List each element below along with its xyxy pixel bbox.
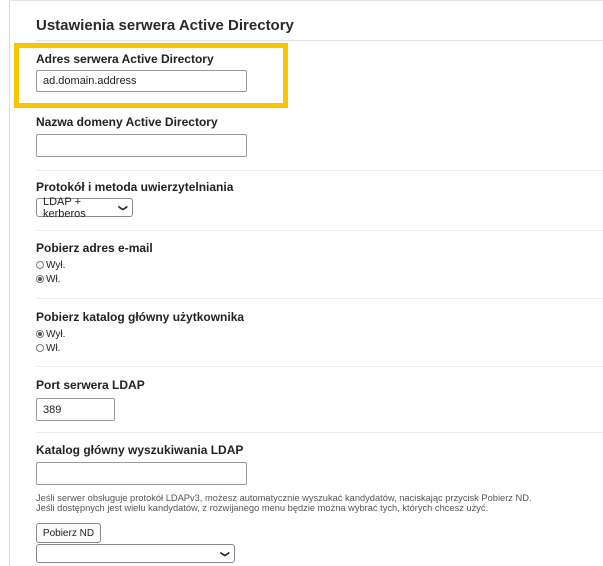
section-divider [36,230,603,231]
radio-button[interactable] [36,261,44,269]
section-divider [36,170,603,171]
title-divider [36,40,603,41]
fetch-home-dir-off-option[interactable]: Wył. [36,328,65,340]
domain-name-label: Nazwa domeny Active Directory [36,115,218,129]
fetch-dn-button[interactable]: Pobierz ND [36,523,101,543]
content-frame-top-border [9,0,603,1]
auth-protocol-selected-value: LDAP + kerberos [43,195,86,220]
fetch-home-dir-label: Pobierz katalog główny użytkownika [36,310,245,324]
auth-protocol-select[interactable]: LDAP + kerberos ❯ [36,195,133,220]
radio-label: Wł. [46,273,61,285]
ldap-search-root-label: Katalog główny wyszukiwania LDAP [36,443,244,457]
page-title: Ustawienia serwera Active Directory [36,17,294,34]
ldap-search-root-input[interactable] [36,462,247,485]
content-frame-left-border [9,0,10,566]
radio-button-selected[interactable] [36,275,44,283]
radio-label: Wył. [46,259,66,271]
auth-protocol-label: Protokół i metoda uwierzytelniania [36,180,234,194]
server-address-input[interactable] [36,70,247,92]
radio-label: Wył. [46,328,66,340]
section-divider [36,366,603,367]
ldap-port-label: Port serwera LDAP [36,378,145,392]
fetch-home-dir-on-option[interactable]: Wł. [36,342,60,354]
help-text: Jeśli serwer obsługuje protokół LDAPv3, … [36,493,596,513]
section-divider [36,432,603,433]
fetch-email-off-option[interactable]: Wył. [36,259,65,271]
radio-label: Wł. [46,342,61,354]
fetch-email-on-option[interactable]: Wł. [36,273,60,285]
server-address-label: Adres serwera Active Directory [36,52,214,66]
chevron-down-icon: ❯ [118,203,129,212]
chevron-down-icon: ❯ [220,549,231,558]
dn-candidates-select[interactable]: ❯ [36,544,235,563]
radio-button-selected[interactable] [36,330,44,338]
ldap-port-input[interactable] [36,398,115,421]
help-text-line: Jeśli serwer obsługuje protokół LDAPv3, … [36,493,532,503]
help-text-line: Jeśli dostępnych jest wielu kandydatów, … [36,503,489,513]
radio-button[interactable] [36,344,44,352]
domain-name-input[interactable] [36,134,247,157]
section-divider [36,298,603,299]
fetch-email-label: Pobierz adres e-mail [36,241,153,255]
